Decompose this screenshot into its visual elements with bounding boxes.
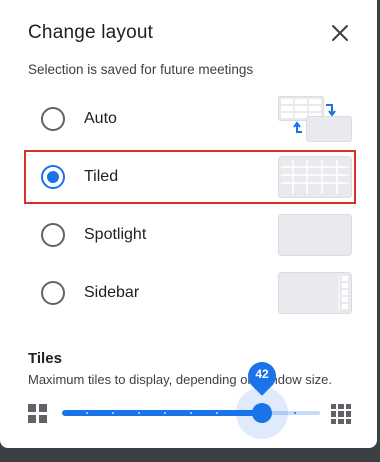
layout-option-spotlight[interactable]: Spotlight — [24, 208, 356, 262]
slider-tick — [294, 412, 296, 414]
tiled-layout-thumbnail — [278, 156, 352, 198]
radio-tiled[interactable] — [41, 165, 65, 189]
slider-tick — [190, 412, 192, 414]
layout-option-sidebar[interactable]: Sidebar — [24, 266, 356, 320]
radio-spotlight[interactable] — [41, 223, 65, 247]
tiles-description: Maximum tiles to display, depending on w… — [28, 372, 332, 387]
grid-large-icon — [331, 404, 351, 424]
change-layout-dialog: Change layout Selection is saved for fut… — [0, 0, 377, 448]
slider-thumb[interactable] — [252, 403, 272, 423]
slider-tick — [112, 412, 114, 414]
radio-selected-dot — [47, 171, 59, 183]
radio-auto[interactable] — [41, 107, 65, 131]
slider-tick — [86, 412, 88, 414]
close-button[interactable] — [323, 16, 357, 50]
grid-small-icon — [28, 404, 47, 423]
tiles-slider[interactable]: 42 — [0, 356, 377, 440]
tiles-section-title: Tiles — [28, 350, 62, 367]
layout-option-label: Tiled — [84, 168, 119, 185]
slider-tick — [164, 412, 166, 414]
spotlight-layout-thumbnail — [278, 214, 352, 256]
layout-option-label: Auto — [84, 110, 117, 127]
slider-track-active[interactable] — [62, 410, 262, 416]
layout-option-auto[interactable]: Auto — [24, 92, 356, 146]
slider-value-label: 42 — [255, 367, 269, 381]
slider-tick — [138, 412, 140, 414]
sidebar-layout-thumbnail — [278, 272, 352, 314]
layout-option-tiled[interactable]: Tiled — [24, 150, 356, 204]
radio-sidebar[interactable] — [41, 281, 65, 305]
auto-layout-thumbnail — [278, 96, 352, 142]
dialog-subtitle: Selection is saved for future meetings — [28, 62, 254, 77]
slider-tick — [216, 412, 218, 414]
layout-option-label: Sidebar — [84, 284, 140, 301]
dialog-title: Change layout — [28, 22, 154, 43]
layout-option-label: Spotlight — [84, 226, 147, 243]
close-icon — [332, 25, 348, 41]
